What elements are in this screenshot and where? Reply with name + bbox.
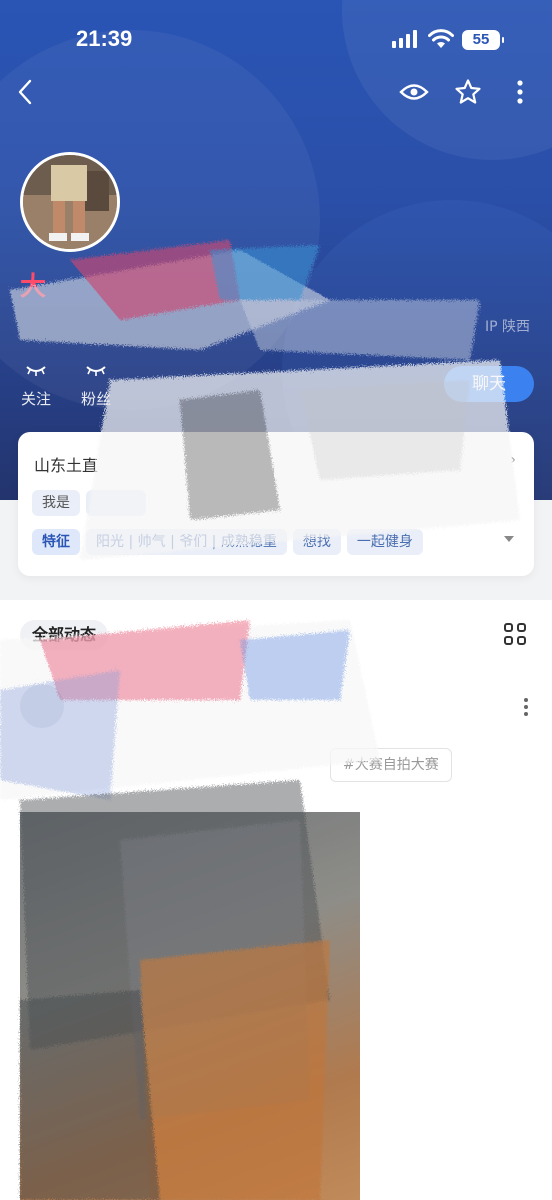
tab-all-posts[interactable]: 全部动态 <box>20 620 109 650</box>
following-label: 关注 <box>20 390 51 408</box>
profile-bio: 山东土直 <box>34 456 99 475</box>
favorite-button[interactable] <box>450 74 486 110</box>
more-vertical-icon <box>517 80 523 104</box>
wifi-icon <box>428 29 454 48</box>
status-time: 21:39 <box>76 26 133 51</box>
eye-icon <box>399 84 429 100</box>
seeking-tag-value: 一起健身 <box>346 529 423 555</box>
back-arrow-icon <box>18 79 32 105</box>
post-topic-tag[interactable]: #大赛自拍大赛 <box>330 748 452 782</box>
hidden-eye-icon <box>16 364 56 382</box>
following-stat[interactable]: 关注 <box>16 364 56 409</box>
back-button[interactable] <box>8 74 44 110</box>
battery-indicator: 55 <box>462 30 504 50</box>
identity-tag: 我是 <box>32 490 80 516</box>
traits-tag: 阳光 | 帅气 | 爷们 | 成熟稳重 <box>86 529 287 555</box>
more-button[interactable] <box>502 74 538 110</box>
status-bar: 21:39 55 <box>0 0 552 80</box>
traits-key-tag: 特征 <box>32 529 80 555</box>
grid-view-icon[interactable] <box>504 623 526 645</box>
feed-section: 全部动态 #大赛自拍大赛 <box>0 600 552 1200</box>
seeking-tag: 想找 <box>292 529 341 555</box>
profile-username: 大 <box>20 272 47 302</box>
avatar-photo <box>23 155 117 249</box>
traits-tag-row: 特征 阳光 | 帅气 | 爷们 | 成熟稳重 想找 一起健身 <box>32 529 423 555</box>
hidden-eye-icon <box>76 364 116 382</box>
star-icon <box>455 79 481 104</box>
expand-triangle-icon[interactable] <box>504 536 514 542</box>
post-author-avatar[interactable] <box>20 684 64 728</box>
chat-button[interactable]: 聊天 <box>444 366 534 402</box>
profile-info-card: 山东土直 › 我是 特征 阳光 | 帅气 | 爷们 | 成熟稳重 想找 一起健身 <box>18 432 534 576</box>
identity-tag-value <box>86 490 146 516</box>
chevron-right-icon[interactable]: › <box>510 452 516 468</box>
post-more-button[interactable] <box>524 698 528 716</box>
identity-tag-row: 我是 <box>32 490 146 516</box>
followers-stat[interactable]: 粉丝 <box>76 364 116 409</box>
profile-avatar[interactable] <box>20 152 120 252</box>
ip-location: IP 陕西 <box>484 319 530 335</box>
visitor-button[interactable] <box>396 74 432 110</box>
top-nav <box>0 70 552 114</box>
followers-label: 粉丝 <box>80 390 111 408</box>
cellular-signal-icon <box>392 30 417 48</box>
post-image[interactable] <box>20 812 360 1200</box>
